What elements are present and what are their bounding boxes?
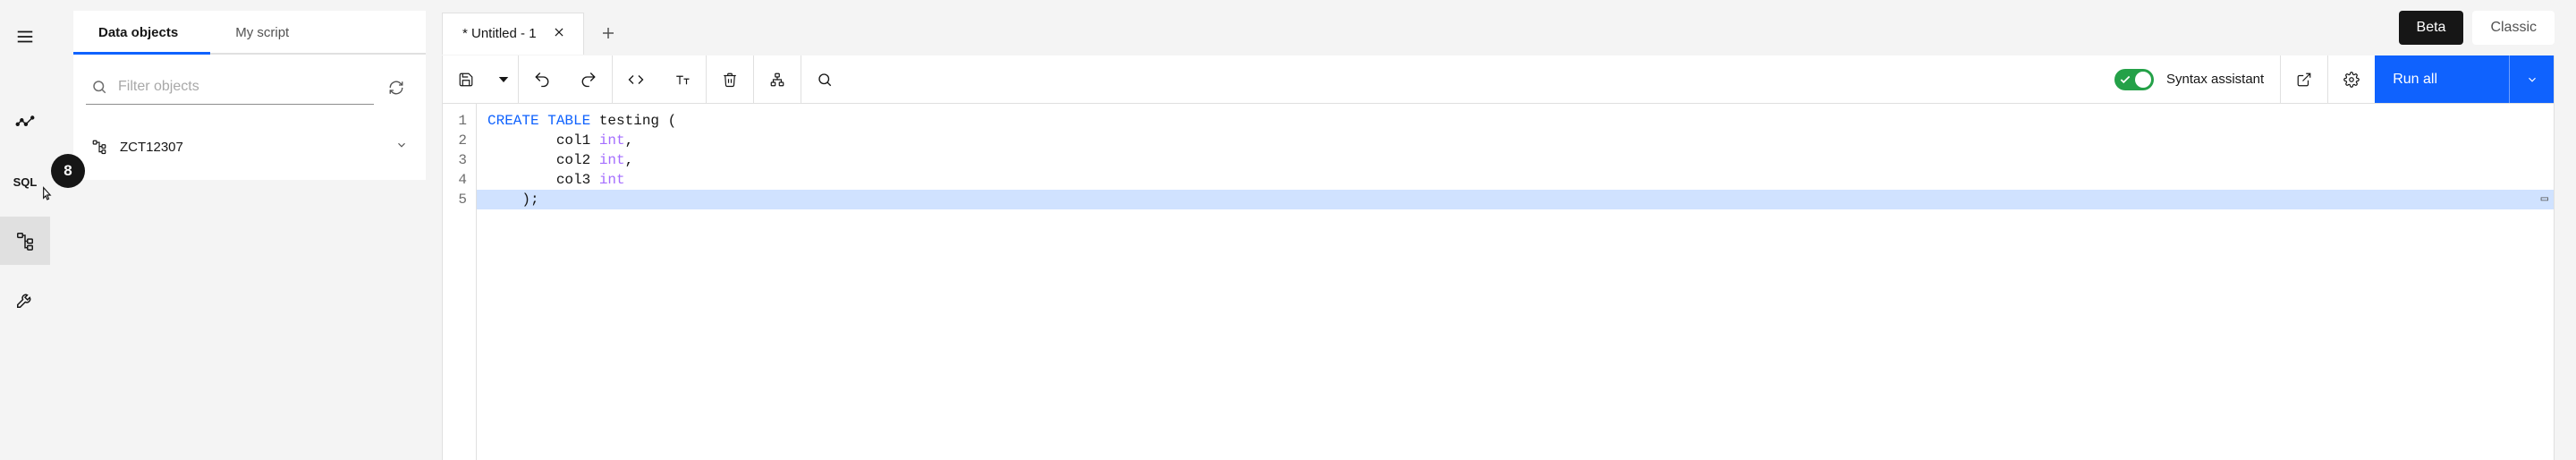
settings-icon[interactable] bbox=[2328, 55, 2375, 103]
text-size-icon[interactable] bbox=[659, 55, 706, 103]
side-panel: Data objects My script ZCT12307 bbox=[73, 11, 426, 180]
beta-chip[interactable]: Beta bbox=[2399, 11, 2464, 45]
run-all-button[interactable]: Run all bbox=[2375, 55, 2554, 103]
editor-toolbar: Syntax assistant Run all bbox=[442, 55, 2555, 104]
editor-code[interactable]: CREATE TABLE testing ( col1 int, col2 in… bbox=[477, 104, 2554, 460]
add-tab-button[interactable] bbox=[584, 11, 632, 55]
editor-gutter: 1 2 3 4 5 bbox=[443, 104, 477, 460]
redo-icon[interactable] bbox=[565, 55, 612, 103]
run-all-dropdown-icon[interactable] bbox=[2509, 55, 2554, 103]
tab-my-script[interactable]: My script bbox=[210, 11, 321, 55]
find-icon[interactable] bbox=[801, 55, 848, 103]
collapse-handle-icon[interactable]: ▭ bbox=[2541, 190, 2548, 209]
undo-icon[interactable] bbox=[519, 55, 565, 103]
tab-data-objects[interactable]: Data objects bbox=[73, 11, 210, 55]
code-editor[interactable]: 1 2 3 4 5 CREATE TABLE testing ( col1 in… bbox=[442, 104, 2555, 460]
filter-input-wrap[interactable] bbox=[86, 72, 374, 105]
delete-icon[interactable] bbox=[707, 55, 753, 103]
editor-tab-label: * Untitled - 1 bbox=[462, 26, 537, 41]
step-badge: 8 bbox=[51, 154, 85, 188]
tree-root-label: ZCT12307 bbox=[120, 140, 183, 155]
tree-root-item[interactable]: ZCT12307 bbox=[89, 132, 410, 162]
menu-icon[interactable] bbox=[0, 13, 50, 61]
data-tree-icon[interactable] bbox=[0, 217, 50, 265]
code-icon[interactable] bbox=[613, 55, 659, 103]
format-icon[interactable] bbox=[754, 55, 801, 103]
save-icon[interactable] bbox=[443, 55, 489, 103]
syntax-assistant-toggle[interactable]: Syntax assistant bbox=[2098, 55, 2280, 103]
toggle-on-icon[interactable] bbox=[2114, 69, 2154, 90]
refresh-icon[interactable] bbox=[379, 71, 413, 105]
syntax-assistant-label: Syntax assistant bbox=[2166, 72, 2264, 87]
filter-objects-input[interactable] bbox=[118, 79, 369, 95]
schema-icon bbox=[91, 139, 107, 155]
search-icon bbox=[91, 79, 107, 95]
analytics-icon[interactable] bbox=[0, 98, 50, 147]
close-icon[interactable] bbox=[553, 26, 565, 42]
tools-icon[interactable] bbox=[0, 276, 50, 324]
classic-chip[interactable]: Classic bbox=[2472, 11, 2555, 45]
editor-tab-untitled[interactable]: * Untitled - 1 bbox=[442, 13, 584, 55]
cursor-pointer-icon bbox=[38, 186, 55, 208]
save-dropdown-icon[interactable] bbox=[489, 55, 518, 103]
chevron-down-icon bbox=[395, 139, 408, 155]
open-external-icon[interactable] bbox=[2281, 55, 2327, 103]
left-rail: SQL bbox=[0, 0, 50, 460]
